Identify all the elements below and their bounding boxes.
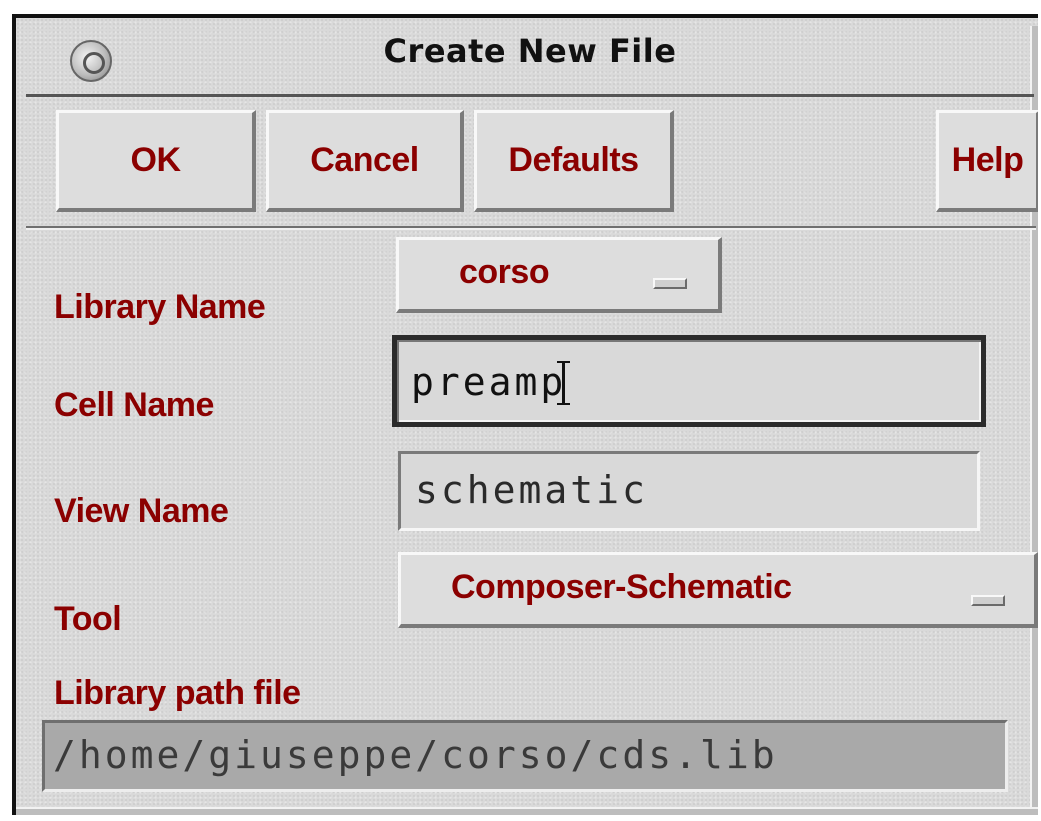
option-menu-indicator-icon: [653, 278, 687, 289]
view-name-label: View Name: [54, 492, 229, 530]
library-path-input[interactable]: /home/giuseppe/corso/cds.lib: [42, 720, 1008, 792]
text-cursor-icon: [557, 361, 571, 405]
library-name-select[interactable]: corso: [396, 237, 722, 313]
tool-label: Tool: [54, 600, 122, 638]
library-path-label: Library path file: [54, 674, 301, 712]
create-new-file-dialog: Create New File OK Cancel Defaults Help …: [12, 14, 1038, 815]
option-menu-indicator-icon: [971, 595, 1005, 606]
cell-name-label: Cell Name: [54, 386, 214, 424]
cell-name-text: preamp: [411, 360, 571, 405]
tool-value: Composer-Schematic: [451, 568, 792, 606]
tool-select[interactable]: Composer-Schematic: [398, 552, 1038, 628]
view-name-value: schematic: [415, 468, 648, 512]
library-name-value: corso: [459, 253, 550, 291]
library-path-value: /home/giuseppe/corso/cds.lib: [53, 733, 778, 777]
new-file-form: Library Name corso Cell Name preamp View…: [16, 18, 1038, 815]
cell-name-input[interactable]: preamp: [392, 335, 986, 427]
view-name-input[interactable]: schematic: [398, 451, 980, 531]
cell-name-value: preamp: [411, 360, 567, 404]
library-name-label: Library Name: [54, 288, 266, 326]
